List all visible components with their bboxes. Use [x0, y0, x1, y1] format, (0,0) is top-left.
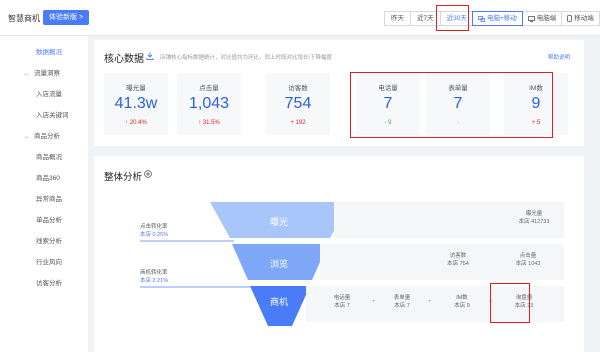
cell-label: 表单量	[393, 295, 411, 301]
cell-value: 本店 754	[447, 261, 469, 267]
monitor-icon	[527, 15, 535, 22]
device-mobile-button[interactable]: 移动端	[561, 11, 600, 26]
collapse-caret-icon: ︿	[24, 134, 30, 140]
device-group: 电脑+移动 电脑端 移动端	[472, 11, 600, 26]
app-logo: 智慧商机	[8, 14, 40, 23]
metric-label: 访客数	[288, 85, 308, 92]
help-link[interactable]: 帮助说明	[548, 53, 570, 61]
cell-value: 本店 1043	[515, 261, 541, 267]
im-cell: IM数 本店 9	[432, 294, 492, 310]
metric-clicks: 点击量 1,043 ↑ 31.5%	[177, 73, 241, 135]
range-yesterday-button[interactable]: 昨天	[384, 11, 411, 26]
highlight-range-box	[436, 5, 469, 31]
cell-value: 本店 7	[334, 303, 350, 309]
browse-info-row: 访客数 本店 754 点击量 本店 1043	[320, 244, 564, 280]
device-pc-label: 电脑端	[536, 15, 557, 22]
cell-label: 曝光量	[525, 211, 543, 217]
cell-label: 点击量	[519, 253, 537, 259]
metric-change: ↑ 20.4%	[125, 120, 147, 126]
sidebar-item-visitors[interactable]: 访客分析	[36, 277, 62, 287]
highlight-inquiries-box	[490, 283, 530, 323]
exposure-info-row: 曝光量 本店 412733	[334, 202, 564, 238]
highlight-leads-box	[350, 72, 553, 138]
metric-value: 754	[284, 95, 312, 112]
funnel-stage-leads: 商机	[269, 297, 288, 307]
sidebar: 数据概况 ︿ 流量洞察 入店流量 入店关键词 ︿ 商品分析 商品概况 商品360 异…	[0, 36, 88, 352]
plus-sign: +	[428, 299, 432, 305]
lead-conversion-rate: 商机转化率 本店 2.21%	[140, 269, 168, 285]
rate-label: 商机转化率	[140, 270, 168, 276]
rate-value: 本店 2.21%	[140, 278, 169, 284]
funnel-stage-exposure: 曝光	[269, 217, 288, 227]
sidebar-item-leads[interactable]: 线索分析	[36, 235, 62, 245]
forms-cell: 表单量 本店 7	[372, 294, 432, 310]
sidebar-group-traffic[interactable]: ︿ 流量洞察	[24, 67, 60, 77]
sidebar-item-abnormal-product[interactable]: 异常商品	[36, 193, 62, 203]
cell-value: 本店 7	[394, 303, 410, 309]
device-mobile-label: 移动端	[574, 15, 594, 22]
calls-cell: 电话量 本店 7	[312, 294, 372, 310]
rate-value: 本店 0.25%	[140, 232, 169, 238]
device-pc-button[interactable]: 电脑端	[521, 11, 563, 26]
metric-change: + 192	[290, 120, 306, 126]
sidebar-item-overview[interactable]: 数据概况	[36, 46, 62, 56]
sidebar-group-product-label: 商品分析	[34, 133, 61, 140]
metric-label: 曝光量	[126, 85, 146, 92]
visitors-cell: 访客数 本店 754	[428, 252, 488, 268]
device-all-button[interactable]: 电脑+移动	[472, 11, 523, 26]
sidebar-group-product[interactable]: ︿ 商品分析	[24, 130, 60, 140]
metric-exposure: 曝光量 41.3w ↑ 20.4%	[104, 73, 168, 135]
sidebar-item-store-traffic[interactable]: 入店流量	[36, 88, 62, 98]
phone-icon	[567, 15, 573, 22]
core-data-subtitle: 店铺核心指标数据统计，对比值均为环比，同上时段对比增长/下降幅度	[160, 55, 333, 61]
cell-value: 本店 9	[454, 303, 470, 309]
metric-value: 1,043	[188, 95, 230, 112]
clicks-cell: 点击量 本店 1043	[498, 252, 558, 268]
top-bar: 智慧商机 体验新版 > 昨天 近7天 近30天 电脑+移动 电脑端 移动端	[0, 0, 600, 36]
sidebar-item-product-360[interactable]: 商品360	[36, 172, 60, 182]
sidebar-item-store-keywords[interactable]: 入店关键词	[36, 109, 69, 119]
sidebar-item-single-product[interactable]: 单品分析	[36, 214, 62, 224]
sidebar-item-industry-trend[interactable]: 行业风向	[36, 256, 62, 266]
download-icon[interactable]	[146, 52, 154, 60]
cell-label: 电话量	[333, 295, 351, 301]
device-all-label: 电脑+移动	[487, 15, 517, 22]
metric-change: ↑ 31.5%	[198, 120, 220, 126]
cell-label: 访客数	[449, 253, 467, 259]
exposure-cell: 曝光量 本店 412733	[504, 210, 564, 226]
funnel-stage-browse: 浏览	[269, 259, 288, 269]
cell-label: IM数	[456, 295, 468, 301]
new-version-button[interactable]: 体验新版 >	[43, 10, 90, 25]
metric-label: 点击量	[199, 85, 219, 92]
collapse-caret-icon: ︿	[24, 71, 30, 77]
rate-label: 点击转化率	[140, 224, 168, 230]
metric-value: 41.3w	[114, 95, 158, 112]
sidebar-group-traffic-label: 流量洞察	[34, 70, 61, 77]
cell-value: 本店 412733	[518, 219, 550, 225]
click-conversion-rate: 点击转化率 本店 0.25%	[140, 223, 168, 239]
sidebar-item-product-overview[interactable]: 商品概况	[36, 151, 62, 161]
link-icon	[478, 15, 485, 22]
metric-visitors: 访客数 754 + 192	[266, 73, 330, 135]
core-data-title: 核心数据	[104, 54, 144, 65]
